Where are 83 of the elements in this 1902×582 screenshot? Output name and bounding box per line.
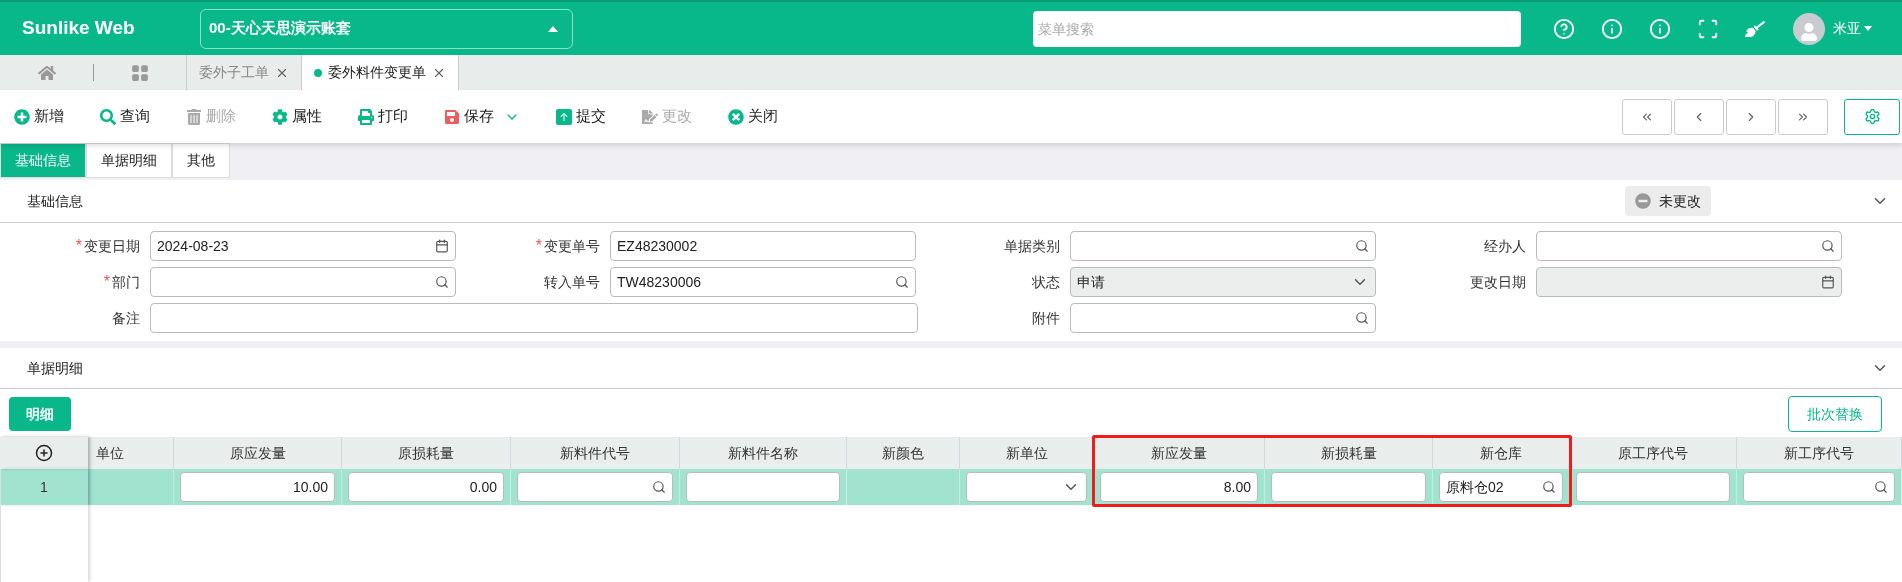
gear-icon <box>272 108 288 125</box>
input-field[interactable]: 0.00 <box>348 472 504 502</box>
field-label: 转入单号 <box>544 272 600 292</box>
input-field[interactable] <box>1070 303 1376 333</box>
pager-button[interactable] <box>1674 98 1724 135</box>
search-icon[interactable] <box>1542 480 1556 494</box>
section-title: 基础信息 <box>27 191 83 211</box>
calendar-icon[interactable] <box>435 239 449 253</box>
user-icon <box>1800 22 1818 41</box>
required-mark: * <box>75 236 82 256</box>
toolbar-button[interactable]: 属性 <box>272 105 322 128</box>
form-tab[interactable]: 其他 <box>172 143 230 178</box>
field-label: 部门 <box>112 272 140 292</box>
search-icon[interactable] <box>1821 239 1835 253</box>
toolbar-button[interactable]: 打印 <box>358 105 408 128</box>
search-icon[interactable] <box>1874 480 1888 494</box>
fullscreen-icon[interactable] <box>1697 17 1719 40</box>
form-tab[interactable]: 单据明细 <box>86 143 172 178</box>
caret-down-icon <box>1864 26 1872 31</box>
field-label: 附件 <box>1032 308 1060 328</box>
toolbar-button[interactable]: 新增 <box>14 105 64 128</box>
input-field[interactable] <box>1070 231 1376 261</box>
field-label: 状态 <box>1032 272 1060 292</box>
required-mark: * <box>535 236 542 256</box>
input-field[interactable]: EZ48230002 <box>610 231 916 261</box>
pager-button[interactable] <box>1726 98 1776 135</box>
required-mark: * <box>103 272 110 292</box>
logo: Sunlike Web <box>22 16 136 41</box>
section-title: 单据明细 <box>27 358 83 378</box>
field-label: 备注 <box>112 308 140 328</box>
search-icon[interactable] <box>652 480 666 494</box>
field-label: 更改日期 <box>1470 272 1526 292</box>
close-icon <box>728 108 744 125</box>
field-label: 单据类别 <box>1004 236 1060 256</box>
printer-icon <box>358 108 374 125</box>
input-field[interactable] <box>1743 472 1895 502</box>
upload-icon <box>556 108 572 125</box>
settings-icon <box>1863 108 1881 125</box>
date-field[interactable]: 2024-08-23 <box>150 231 456 261</box>
caret-up-icon <box>548 25 558 32</box>
field-label: 变更单号 <box>544 236 600 256</box>
toolbar-button[interactable]: 查询 <box>100 105 150 128</box>
search-icon <box>100 108 116 125</box>
input-field[interactable]: 10.00 <box>180 472 335 502</box>
toolbar-button[interactable]: 保存 <box>444 105 520 128</box>
field-label: 变更日期 <box>84 236 140 256</box>
home-icon[interactable] <box>37 63 56 82</box>
input-field[interactable] <box>517 472 673 502</box>
input-field[interactable] <box>150 303 918 333</box>
document-tab[interactable]: 委外料件变更单 <box>302 55 459 90</box>
input-field[interactable]: 原料仓02 <box>1439 472 1563 502</box>
input-field[interactable] <box>150 267 456 297</box>
help-icon[interactable] <box>1553 17 1575 40</box>
avatar[interactable] <box>1793 12 1825 45</box>
pager-button[interactable] <box>1622 98 1672 135</box>
toolbar-button[interactable]: 提交 <box>556 105 606 128</box>
dropdown-field[interactable] <box>966 472 1087 502</box>
trash-icon <box>186 108 202 125</box>
add-row-icon[interactable] <box>35 444 53 462</box>
input-field[interactable] <box>1536 231 1842 261</box>
input-field[interactable]: 8.00 <box>1100 472 1258 502</box>
input-field[interactable] <box>1271 472 1426 502</box>
info-icon[interactable] <box>1601 17 1623 40</box>
search-icon[interactable] <box>895 275 909 289</box>
input-field[interactable] <box>686 472 840 502</box>
pager-button[interactable] <box>1778 98 1828 135</box>
row-number: 1 <box>0 469 88 505</box>
settings-button[interactable] <box>1844 98 1900 135</box>
broom-icon[interactable] <box>1745 18 1765 39</box>
menu-search-field[interactable]: 菜单搜索 <box>1033 10 1521 47</box>
toolbar-button[interactable]: 关闭 <box>728 105 778 128</box>
search-icon[interactable] <box>435 275 449 289</box>
info-icon[interactable] <box>1649 17 1671 40</box>
status-badge: 未更改 <box>1625 186 1711 216</box>
search-icon[interactable] <box>1355 311 1369 325</box>
document-pen-icon <box>642 108 658 125</box>
search-icon[interactable] <box>1355 239 1369 253</box>
field-label: 经办人 <box>1484 236 1526 256</box>
grid-icon[interactable] <box>131 63 149 82</box>
add-icon <box>14 108 30 125</box>
input-field[interactable]: TW48230006 <box>610 267 916 297</box>
input-field[interactable] <box>1576 472 1730 502</box>
minus-icon <box>1635 193 1651 209</box>
